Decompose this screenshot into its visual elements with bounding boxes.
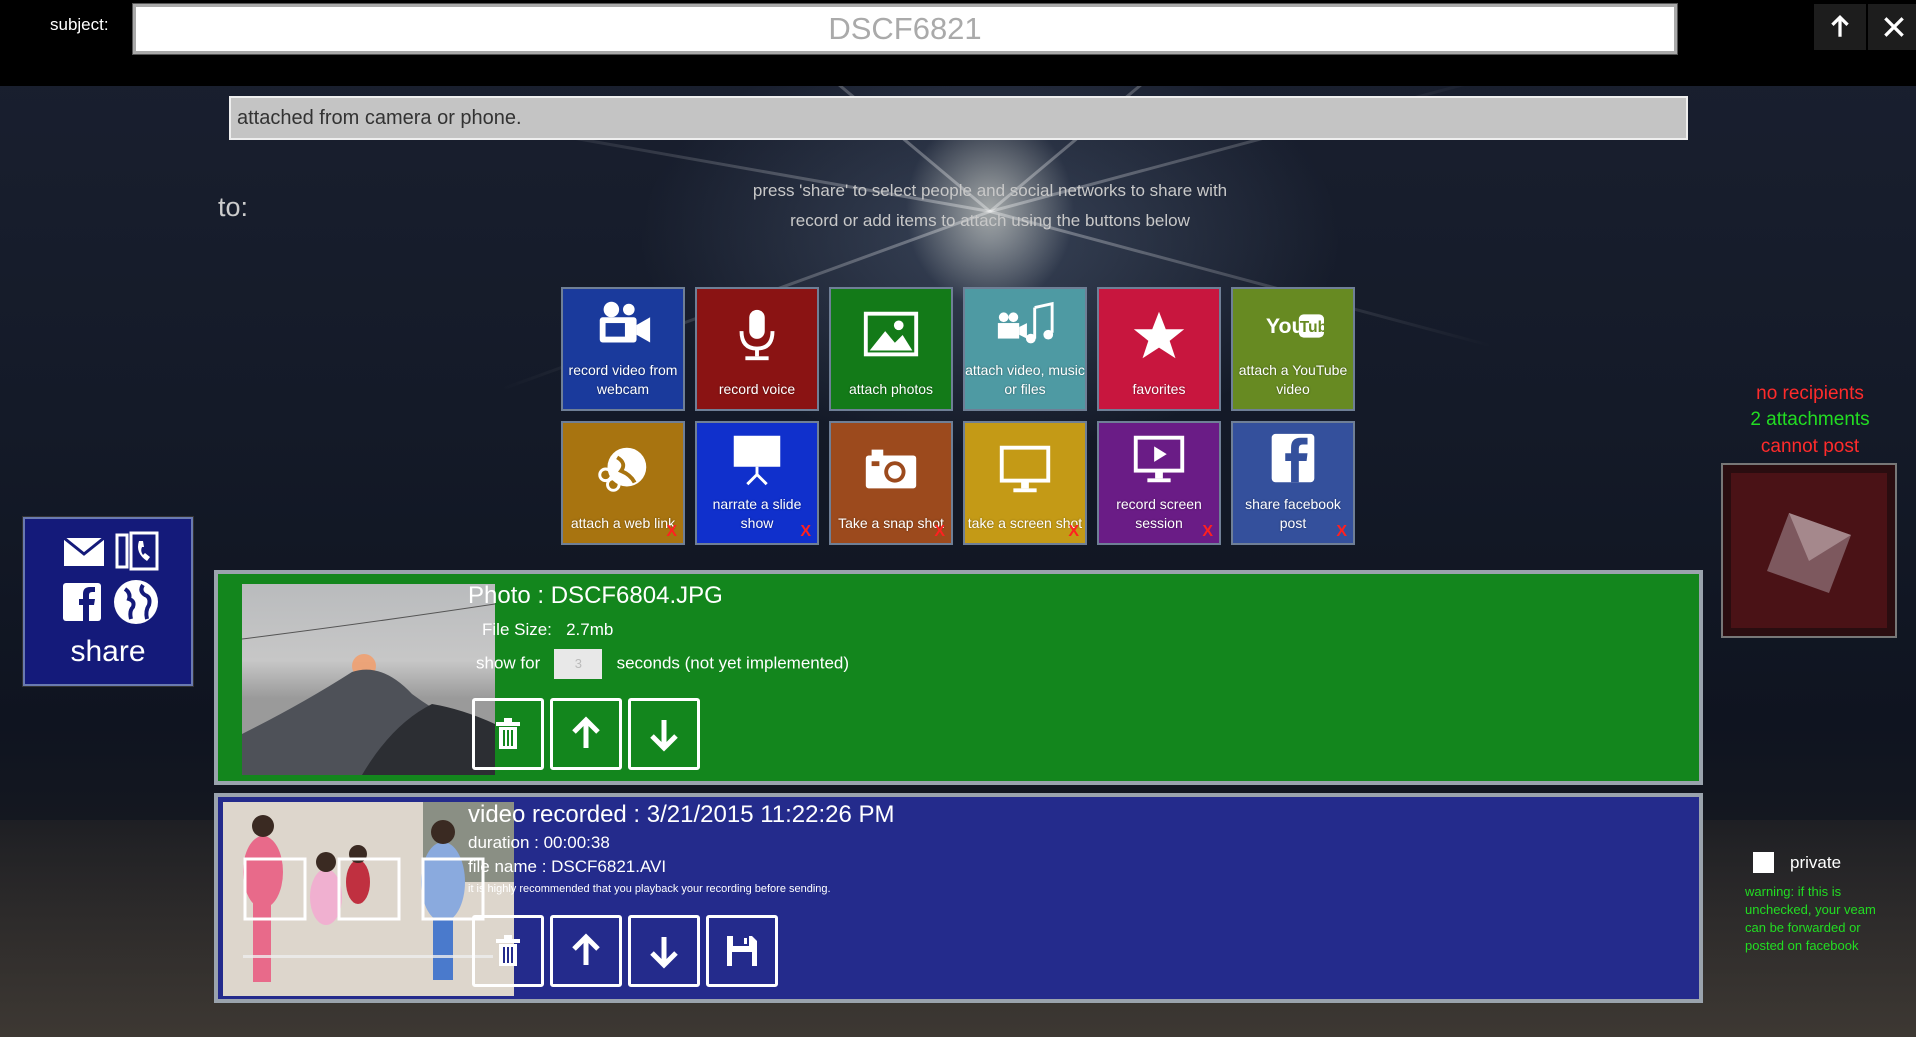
disabled-mark: X bbox=[934, 523, 945, 540]
tile-attach-files[interactable]: attach video, music or files bbox=[963, 287, 1087, 411]
arrow-up-icon bbox=[1831, 14, 1849, 37]
show-for-label: show for bbox=[476, 653, 541, 673]
tile-web-link[interactable]: attach a web link X bbox=[561, 421, 685, 545]
file-size-label: File Size: bbox=[482, 620, 552, 639]
title-bar: subject: bbox=[0, 0, 1916, 86]
photo-title: Photo : DSCF6804.JPG bbox=[468, 582, 723, 609]
tile-label: attach a YouTube video bbox=[1238, 362, 1348, 397]
tile-label: favorites bbox=[1132, 381, 1186, 397]
video-title: video recorded : 3/21/2015 11:22:26 PM bbox=[468, 801, 895, 828]
tile-label: record voice bbox=[718, 381, 796, 397]
seconds-spinner[interactable]: 3 bbox=[554, 649, 603, 679]
photo-attachment-card: Photo : DSCF6804.JPG File Size: 2.7mb sh… bbox=[214, 570, 1703, 785]
delete-video-button[interactable] bbox=[472, 915, 544, 987]
subject-label: subject: bbox=[50, 15, 109, 34]
move-photo-down-button[interactable] bbox=[628, 698, 700, 770]
move-video-down-button[interactable] bbox=[628, 915, 700, 987]
share-button[interactable]: share bbox=[22, 516, 194, 687]
video-attachment-card: video recorded : 3/21/2015 11:22:26 PM d… bbox=[214, 793, 1703, 1003]
save-icon bbox=[727, 936, 757, 966]
screen-play-icon bbox=[1133, 435, 1185, 483]
tile-attach-photos[interactable]: attach photos bbox=[829, 287, 953, 411]
picture-icon bbox=[863, 311, 919, 356]
mail-icon bbox=[63, 537, 105, 566]
save-video-button[interactable] bbox=[706, 915, 778, 987]
delete-photo-button[interactable] bbox=[472, 698, 544, 770]
tile-label: attach video, music or files bbox=[965, 362, 1085, 397]
tile-label: attach photos bbox=[848, 381, 934, 397]
video-music-icon bbox=[997, 301, 1054, 344]
video-thumbnail[interactable] bbox=[223, 802, 514, 996]
move-photo-up-button[interactable] bbox=[550, 698, 622, 770]
tile-label: narrate a slide show bbox=[712, 496, 802, 531]
tile-record-video[interactable]: record video from webcam bbox=[561, 287, 685, 411]
disabled-mark: X bbox=[1202, 523, 1213, 540]
tile-label: record video from webcam bbox=[568, 362, 678, 397]
tile-label: record screen session bbox=[1116, 496, 1202, 531]
tile-label: Take a snap shot bbox=[838, 515, 944, 531]
private-warning: warning: if this is unchecked, your veam… bbox=[1745, 884, 1876, 953]
tile-favorites[interactable]: favorites bbox=[1097, 287, 1221, 411]
monitor-icon bbox=[999, 445, 1051, 492]
hint-record: record or add items to attach using the … bbox=[790, 211, 1190, 230]
close-icon bbox=[1884, 17, 1904, 37]
facebook-icon bbox=[1271, 433, 1315, 483]
video-file-name: file name : DSCF6821.AVI bbox=[468, 857, 667, 876]
tile-label: share facebook post bbox=[1245, 496, 1341, 531]
youtube-icon: YouTube bbox=[1266, 314, 1324, 338]
to-label: to: bbox=[218, 192, 249, 222]
subject-input[interactable] bbox=[132, 3, 1678, 55]
disabled-mark: X bbox=[800, 523, 811, 540]
tile-youtube[interactable]: YouTube attach a YouTube video bbox=[1231, 287, 1355, 411]
arrow-down-icon bbox=[650, 720, 678, 752]
move-video-up-button[interactable] bbox=[550, 915, 622, 987]
share-label: share bbox=[70, 635, 146, 668]
tile-facebook-post[interactable]: share facebook post X bbox=[1231, 421, 1355, 545]
file-size-value: 2.7mb bbox=[566, 620, 614, 639]
tile-snap-shot[interactable]: Take a snap shot X bbox=[829, 421, 953, 545]
arrow-down-icon bbox=[650, 937, 678, 969]
camera-icon bbox=[865, 449, 917, 488]
tile-slide-show[interactable]: narrate a slide show X bbox=[695, 421, 819, 545]
trash-icon bbox=[496, 935, 520, 966]
attachments-status: 2 attachments bbox=[1750, 409, 1870, 430]
projector-screen-icon bbox=[733, 435, 781, 486]
star-icon bbox=[1133, 311, 1185, 358]
recipient-preview bbox=[1721, 463, 1897, 638]
private-checkbox[interactable] bbox=[1753, 852, 1774, 873]
private-option[interactable]: private bbox=[1753, 852, 1841, 873]
trash-icon bbox=[496, 718, 520, 749]
globe-icon bbox=[114, 580, 158, 624]
tile-screen-shot[interactable]: take a screen shot X bbox=[963, 421, 1087, 545]
phone-icon bbox=[115, 531, 159, 571]
arrow-up-icon bbox=[572, 716, 600, 748]
disabled-mark: X bbox=[1336, 523, 1347, 540]
scroll-up-button[interactable] bbox=[1814, 4, 1866, 50]
message-input[interactable] bbox=[229, 96, 1688, 140]
seconds-label: seconds (not yet implemented) bbox=[616, 653, 850, 673]
card-graphic-icon bbox=[1767, 513, 1851, 593]
disabled-mark: X bbox=[1068, 523, 1079, 540]
recipients-status: no recipients bbox=[1756, 383, 1864, 404]
globe-link-icon bbox=[598, 447, 647, 492]
close-button[interactable] bbox=[1868, 4, 1916, 50]
tile-label: attach a web link bbox=[570, 515, 676, 531]
playback-recommendation: it is highly recommended that you playba… bbox=[468, 883, 831, 895]
svg-text:Tube: Tube bbox=[1300, 319, 1324, 336]
private-label: private bbox=[1790, 852, 1842, 872]
tile-screen-session[interactable]: record screen session X bbox=[1097, 421, 1221, 545]
arrow-up-icon bbox=[572, 933, 600, 965]
svg-text:You: You bbox=[1266, 314, 1305, 338]
photo-thumbnail[interactable] bbox=[242, 584, 495, 775]
video-camera-icon bbox=[599, 301, 651, 343]
tile-record-voice[interactable]: record voice bbox=[695, 287, 819, 411]
disabled-mark: X bbox=[666, 523, 677, 540]
microphone-icon bbox=[739, 309, 775, 360]
video-duration: duration : 00:00:38 bbox=[468, 833, 610, 852]
facebook-icon bbox=[63, 583, 101, 621]
tile-label: take a screen shot bbox=[967, 515, 1083, 531]
hint-share: press 'share' to select people and socia… bbox=[752, 181, 1228, 200]
post-status: cannot post bbox=[1760, 436, 1860, 457]
